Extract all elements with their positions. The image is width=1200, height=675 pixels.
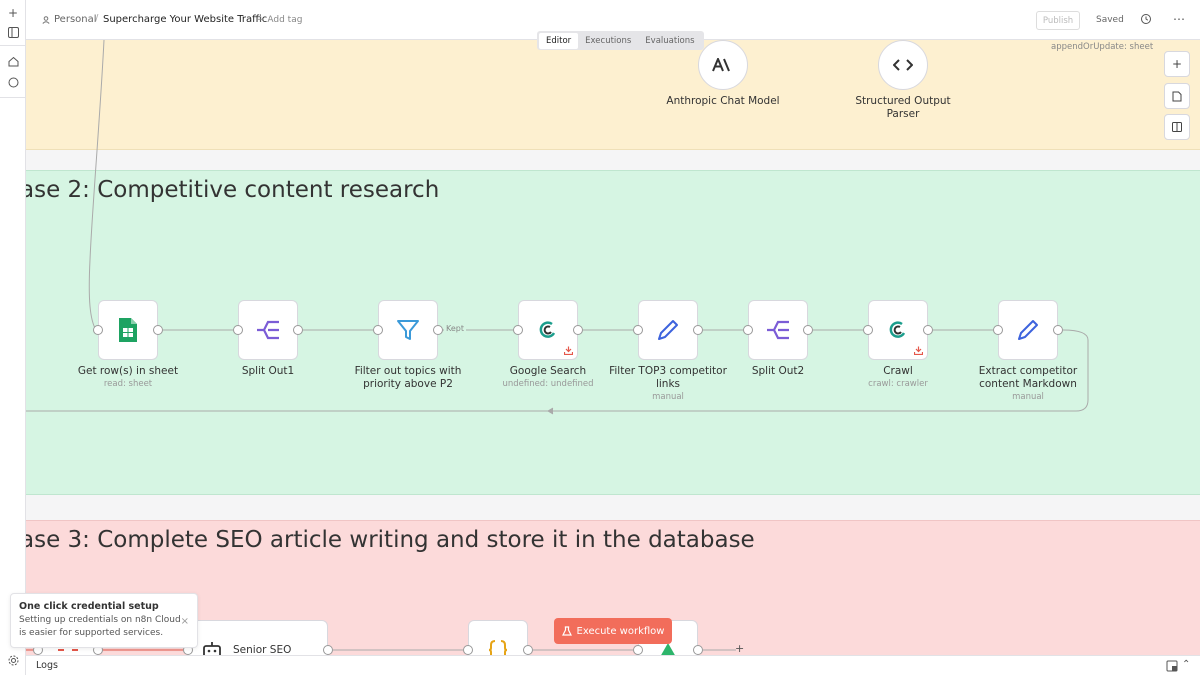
input-port[interactable] [233, 325, 243, 335]
output-port[interactable] [923, 325, 933, 335]
split-out-icon [257, 320, 279, 340]
google-sheets-icon [119, 318, 137, 342]
add-connection-icon[interactable]: + [735, 642, 744, 655]
plus-icon[interactable]: + [5, 5, 21, 21]
publish-button[interactable]: Publish [1036, 11, 1080, 30]
split-out1-node[interactable] [238, 300, 298, 360]
node-label: Google Search [509, 365, 587, 377]
output-port[interactable] [693, 645, 703, 655]
curly-braces-icon [488, 640, 508, 655]
node-subtitle: crawl: crawler [868, 379, 928, 389]
breadcrumb-separator: / [95, 13, 99, 24]
warning-icon[interactable] [564, 346, 573, 355]
output-port[interactable] [153, 325, 163, 335]
node-label: Split Out2 [751, 365, 805, 377]
input-port[interactable] [863, 325, 873, 335]
history-icon[interactable] [1140, 13, 1154, 27]
home-icon[interactable] [5, 53, 21, 69]
connection-wire[interactable] [88, 40, 105, 331]
split-out-icon [767, 320, 789, 340]
workflow-canvas[interactable]: appendOrUpdate: sheet Anthropic Chat Mod… [26, 40, 1200, 655]
rail-divider [0, 97, 26, 98]
output-port[interactable] [573, 325, 583, 335]
tab-executions[interactable]: Executions [578, 33, 638, 49]
node-label: Get row(s) in sheet [77, 365, 179, 377]
output-port[interactable] [323, 645, 333, 655]
execute-workflow-button[interactable]: Execute workflow [554, 618, 672, 644]
rail-divider [0, 45, 26, 46]
senior-seo-agent-node[interactable]: Senior SEO [188, 620, 328, 655]
input-port[interactable] [93, 325, 103, 335]
json-node[interactable] [468, 620, 528, 655]
filter-icon [397, 320, 419, 340]
output-port[interactable] [1053, 325, 1063, 335]
serp-icon [539, 321, 556, 338]
input-port[interactable] [513, 325, 523, 335]
left-rail: + [0, 0, 26, 675]
kept-output-label: Kept [444, 324, 466, 333]
node-subtitle: read: sheet [103, 379, 153, 389]
toast-body: Setting up credentials on n8n Cloud is e… [19, 615, 181, 638]
crawl-node[interactable] [868, 300, 928, 360]
serp-icon [889, 321, 906, 338]
panel-layout-icon[interactable] [1166, 660, 1178, 672]
node-label: Senior SEO [233, 644, 292, 655]
tab-editor[interactable]: Editor [539, 32, 579, 49]
chevron-up-icon[interactable]: ⌃ [1182, 659, 1190, 670]
node-label: Crawl [883, 365, 913, 377]
pencil-icon [1018, 320, 1038, 340]
credential-setup-toast: One click credential setup Setting up cr… [10, 593, 198, 648]
node-subtitle: undefined: undefined [502, 379, 594, 389]
node-label: Split Out1 [241, 365, 295, 377]
view-tabs: Editor Executions Evaluations [537, 31, 704, 50]
settings-icon[interactable] [5, 652, 21, 668]
extract-markdown-node[interactable] [998, 300, 1058, 360]
pencil-icon [658, 320, 678, 340]
robot-icon [203, 642, 221, 655]
node-subtitle: manual [652, 392, 684, 402]
arrow-icon [547, 407, 554, 415]
google-search-node[interactable] [518, 300, 578, 360]
filter-priority-node[interactable] [378, 300, 438, 360]
chat-icon[interactable] [5, 74, 21, 90]
filter-top3-node[interactable] [638, 300, 698, 360]
node-subtitle: manual [1012, 392, 1044, 402]
get-rows-node[interactable] [98, 300, 158, 360]
node-label: Extract competitor content Markdown [978, 365, 1078, 390]
tab-evaluations[interactable]: Evaluations [638, 33, 701, 49]
input-port[interactable] [633, 325, 643, 335]
project-breadcrumb[interactable]: Personal [42, 14, 97, 25]
input-port[interactable] [743, 325, 753, 335]
logs-label: Logs [36, 660, 58, 671]
execute-workflow-label: Execute workflow [576, 625, 665, 637]
output-port[interactable] [433, 325, 443, 335]
saved-status: Saved [1096, 15, 1124, 25]
input-port[interactable] [373, 325, 383, 335]
warning-icon[interactable] [914, 346, 923, 355]
input-port[interactable] [633, 645, 643, 655]
flask-icon [561, 626, 572, 636]
toast-title: One click credential setup [19, 601, 159, 612]
project-name: Personal [54, 14, 97, 25]
input-port[interactable] [463, 645, 473, 655]
split-out2-node[interactable] [748, 300, 808, 360]
add-tag-button[interactable]: + Add tag [257, 15, 302, 25]
close-icon[interactable]: × [181, 616, 189, 627]
sidebar-toggle-icon[interactable] [5, 24, 21, 40]
more-options-icon[interactable]: ⋯ [1172, 12, 1186, 26]
output-port[interactable] [293, 325, 303, 335]
workflow-title[interactable]: Supercharge Your Website Traffic [103, 14, 267, 25]
user-icon [42, 15, 50, 24]
output-port[interactable] [523, 645, 533, 655]
output-port[interactable] [693, 325, 703, 335]
input-port[interactable] [993, 325, 1003, 335]
node-label: Filter out topics with priority above P2 [354, 365, 462, 390]
output-port[interactable] [803, 325, 813, 335]
logs-panel-bar[interactable]: Logs ⌃ [26, 655, 1200, 675]
